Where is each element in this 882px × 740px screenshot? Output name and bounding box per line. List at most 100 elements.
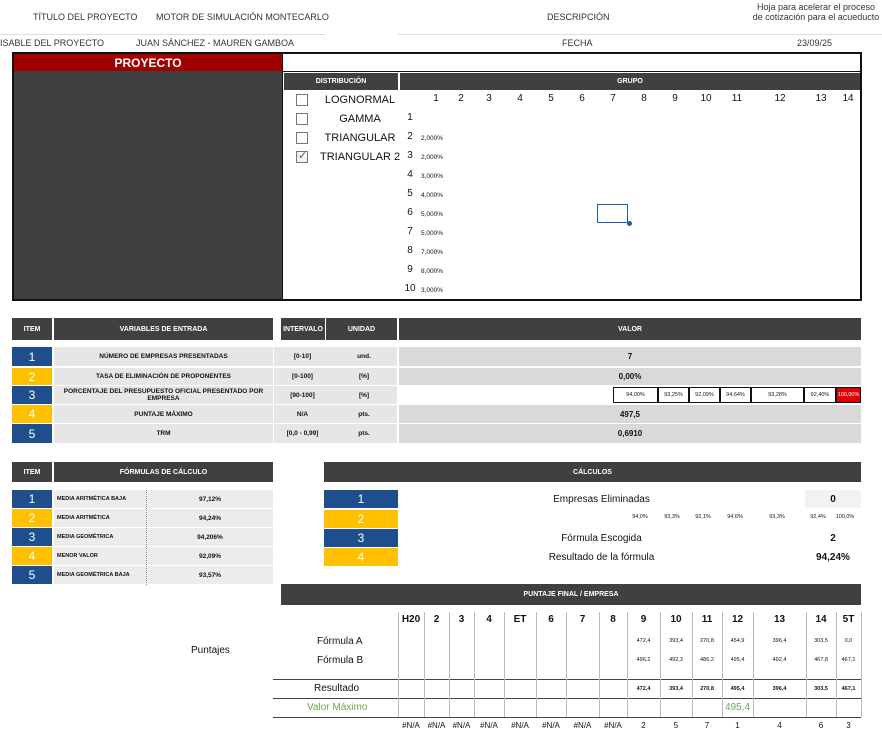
intervalo-header: INTERVALO [281, 318, 325, 340]
rank-value: #N/A [542, 721, 560, 730]
pct-cell[interactable]: 93,28% [751, 387, 804, 403]
proyecto-title: PROYECTO [14, 54, 282, 71]
grid-line [627, 612, 628, 717]
input-variable-label: TASA DE ELIMINACIÓN DE PROPONENTES [54, 368, 273, 385]
formula-b-value: 467,8 [814, 657, 828, 663]
grid-line [861, 612, 862, 717]
group-row-number: 5 [407, 188, 413, 199]
valor-header: VALOR [399, 318, 861, 340]
input-intervalo: [90-100] [274, 386, 331, 404]
input-intervalo: [0,0 - 0,99] [274, 424, 331, 443]
resp-value: JUAN SÁNCHEZ - MAUREN GAMBOA [136, 38, 295, 48]
group-row-value: 2,000% [421, 135, 444, 142]
group-row-number: 3 [407, 150, 413, 161]
group-col-header: 9 [672, 93, 678, 104]
grid-line [504, 612, 505, 717]
group-col-header: 12 [774, 93, 786, 104]
resultado-value: 270,8 [700, 686, 714, 692]
formula-a-value: 396,4 [772, 638, 787, 644]
distribution-checkbox[interactable] [296, 132, 308, 144]
formula-item-number: 1 [12, 490, 52, 508]
calc-row2-value: 94,0% [632, 514, 648, 520]
pct-cell[interactable]: 93,25% [658, 387, 689, 403]
distribution-checkbox[interactable] [296, 113, 308, 125]
formula-value: 97,12% [147, 490, 273, 508]
pct-cell[interactable]: 94,64% [720, 387, 751, 403]
input-value[interactable]: 0,6910 [399, 424, 861, 443]
input-variable-label: TRM [54, 424, 273, 443]
rank-value: #N/A [427, 721, 446, 730]
group-col-header: 8 [641, 93, 647, 104]
distribution-checkbox[interactable] [296, 94, 308, 106]
rank-value: #N/A [480, 721, 498, 730]
resultado-value: 303,5 [814, 686, 828, 692]
rank-value: #N/A [452, 721, 471, 730]
input-value[interactable]: 497,5 [399, 405, 861, 423]
calc-item-number: 1 [324, 490, 398, 508]
formula-label: MEDIA ARITMÉTICA [54, 509, 146, 527]
calc-item-number: 2 [324, 510, 398, 528]
input-value[interactable]: 0,00% [399, 368, 861, 385]
group-row-number: 4 [407, 169, 413, 180]
resultado-value: 495,4 [730, 686, 745, 692]
distribution-label: LOGNORMAL [324, 94, 396, 106]
input-unidad: pts. [331, 405, 397, 423]
group-col-header: 4 [517, 93, 523, 104]
group-col-header: 3 [486, 93, 492, 104]
group-row-value: 3,000% [421, 173, 444, 180]
rank-value: 2 [641, 721, 646, 730]
formula-b-value: 496,2 [636, 657, 651, 663]
item-header: ITEM [12, 318, 52, 340]
input-item-number: 1 [12, 347, 52, 366]
pct-cell[interactable]: 94,00% [613, 387, 658, 403]
formula-value: 93,57% [147, 566, 273, 584]
formula-a-value: 393,4 [669, 638, 683, 644]
rank-value: 3 [846, 721, 851, 730]
input-unidad: und. [331, 347, 397, 366]
grid-line [449, 612, 450, 717]
input-item-number: 5 [12, 424, 52, 443]
rank-value: 7 [704, 721, 710, 730]
formula-b-value: 495,4 [730, 657, 745, 663]
rank-value: 4 [777, 721, 782, 730]
calc-item-number: 4 [324, 548, 398, 566]
calc-item-number: 3 [324, 529, 398, 547]
puntaje-col-header: 7 [579, 614, 586, 625]
rank-value: #N/A [573, 721, 592, 730]
valor-max-value: 495,4 [724, 702, 751, 713]
group-row-value: 3,000% [421, 287, 444, 294]
pct-cell[interactable]: 92,40% [804, 387, 836, 403]
puntaje-col-header: 5T [842, 614, 855, 625]
calc-row2-value: 100,0% [835, 514, 855, 520]
grid-line [599, 612, 600, 717]
fill-handle[interactable] [627, 221, 632, 226]
calc-row2-value: 92,1% [695, 514, 711, 520]
formula-divider [146, 490, 147, 585]
date-value: 23/09/25 [797, 38, 833, 48]
pct-cell[interactable]: 92,09% [689, 387, 720, 403]
group-col-header: 6 [579, 93, 585, 104]
formula-label: MEDIA GEOMÉTRICA [54, 528, 146, 546]
group-col-header: 5 [548, 93, 554, 104]
pct-cell[interactable]: 100,00% [836, 387, 861, 403]
puntaje-col-header: 14 [815, 614, 827, 625]
formula-a-label: Fórmula A [317, 636, 363, 647]
distribution-checkbox[interactable]: ✓ [296, 150, 308, 163]
grid-line [806, 612, 807, 717]
input-variable-label: PUNTAJE MÁXIMO [54, 405, 273, 423]
formula-label: MENOR VALOR [54, 547, 146, 565]
grid-line [660, 612, 661, 717]
puntaje-col-header: ET [513, 614, 527, 625]
formula-value: 94,24% [147, 509, 273, 527]
formula-a-value: 270,8 [700, 638, 714, 644]
group-row-value: 4,000% [421, 192, 444, 199]
input-variable-label: PORCENTAJE DEL PRESUPUESTO OFICIAL PRESE… [54, 386, 273, 404]
group-col-header: 1 [433, 93, 439, 104]
distribucion-header: DISTRIBUCIÓN [284, 73, 398, 90]
formulas-item-header: ITEM [12, 462, 52, 482]
puntaje-header: PUNTAJE FINAL / EMPRESA [281, 584, 861, 605]
formula-label: MEDIA ARITMÉTICA BAJA [54, 490, 146, 508]
selected-cell[interactable] [597, 204, 628, 223]
input-value[interactable]: 7 [399, 347, 861, 366]
group-col-header: 13 [815, 93, 827, 104]
